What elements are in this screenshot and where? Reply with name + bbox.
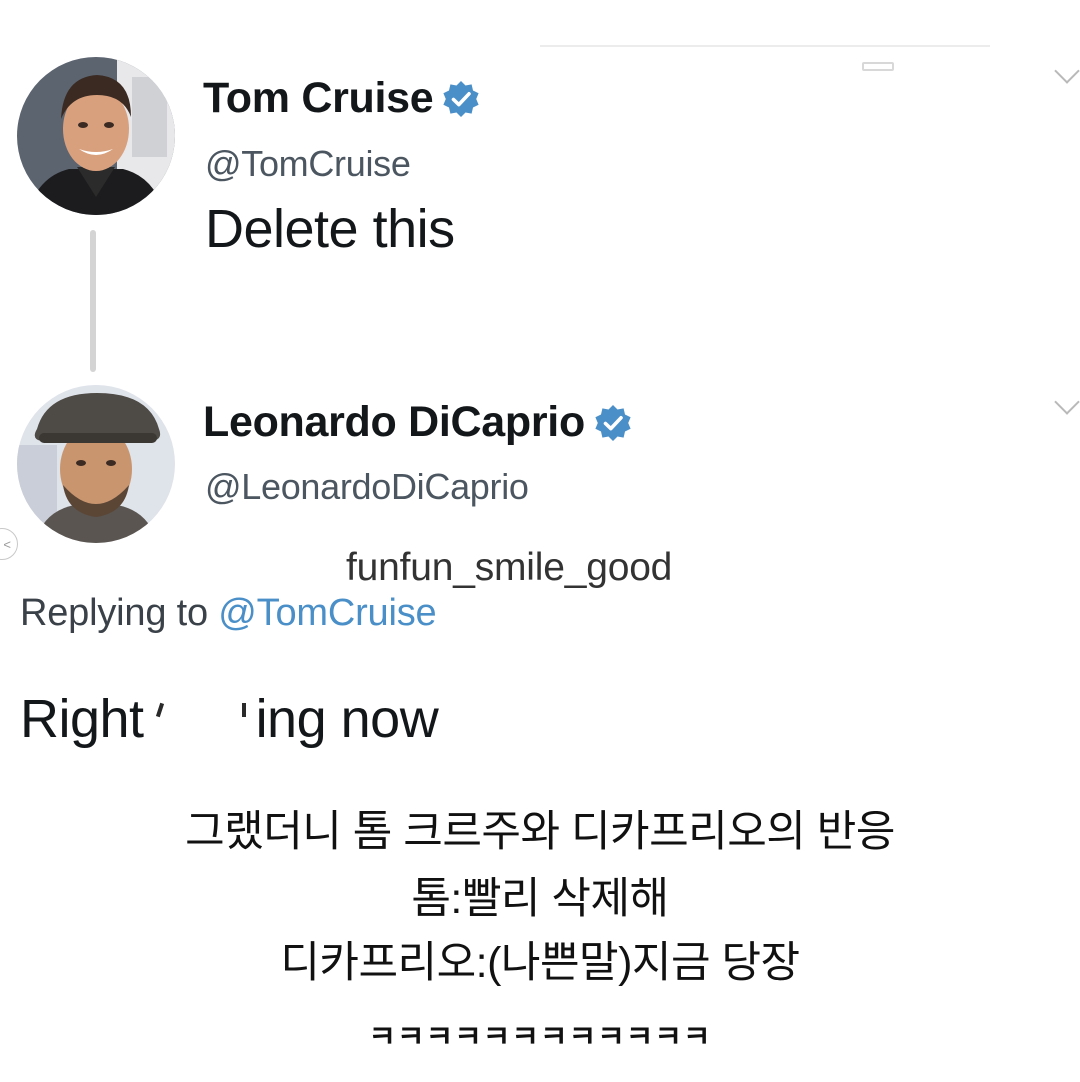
avatar[interactable] (17, 385, 175, 543)
chevron-down-icon[interactable] (1054, 58, 1080, 84)
chevron-left-icon[interactable]: < (0, 528, 18, 560)
replying-prefix: Replying to (20, 592, 208, 634)
replying-to: Replying to @TomCruise (20, 592, 437, 635)
avatar[interactable] (17, 57, 175, 215)
top-divider (540, 45, 990, 47)
display-name[interactable]: Leonardo DiCaprio (203, 398, 585, 447)
watermark: funfun_smile_good (346, 546, 673, 589)
author-row: Tom Cruise (203, 74, 481, 123)
tweet-text-start: Right (20, 689, 144, 749)
tweet-text: Delete this (205, 199, 455, 259)
caption-line: 그랬더니 톰 크르주와 디카프리오의 반응 (185, 808, 895, 856)
verified-badge-icon (595, 404, 631, 441)
censored-region (144, 697, 256, 743)
author-row: Leonardo DiCaprio (203, 398, 633, 447)
chevron-down-icon[interactable] (1054, 389, 1080, 415)
minimize-icon[interactable] (862, 62, 894, 71)
display-name[interactable]: Tom Cruise (203, 74, 434, 123)
tweet-text: Right ing now (20, 688, 439, 750)
caption-line: 톰:빨리 삭제해 (411, 875, 669, 923)
user-handle[interactable]: @LeonardoDiCaprio (205, 466, 529, 508)
caption-laugh: ㅋㅋㅋㅋㅋㅋㅋㅋㅋㅋㅋㅋ (368, 1021, 712, 1054)
user-handle[interactable]: @TomCruise (205, 143, 411, 185)
caption-line: 디카프리오:(나쁜말)지금 당장 (280, 939, 800, 987)
tweet-text-end: ing now (255, 689, 439, 749)
mention-link[interactable]: @TomCruise (218, 592, 436, 634)
verified-badge-icon (443, 80, 479, 117)
screenshot-page: < Tom Cruise @TomCruise Delete this Leon… (0, 0, 1080, 1082)
thread-connector (90, 230, 96, 372)
